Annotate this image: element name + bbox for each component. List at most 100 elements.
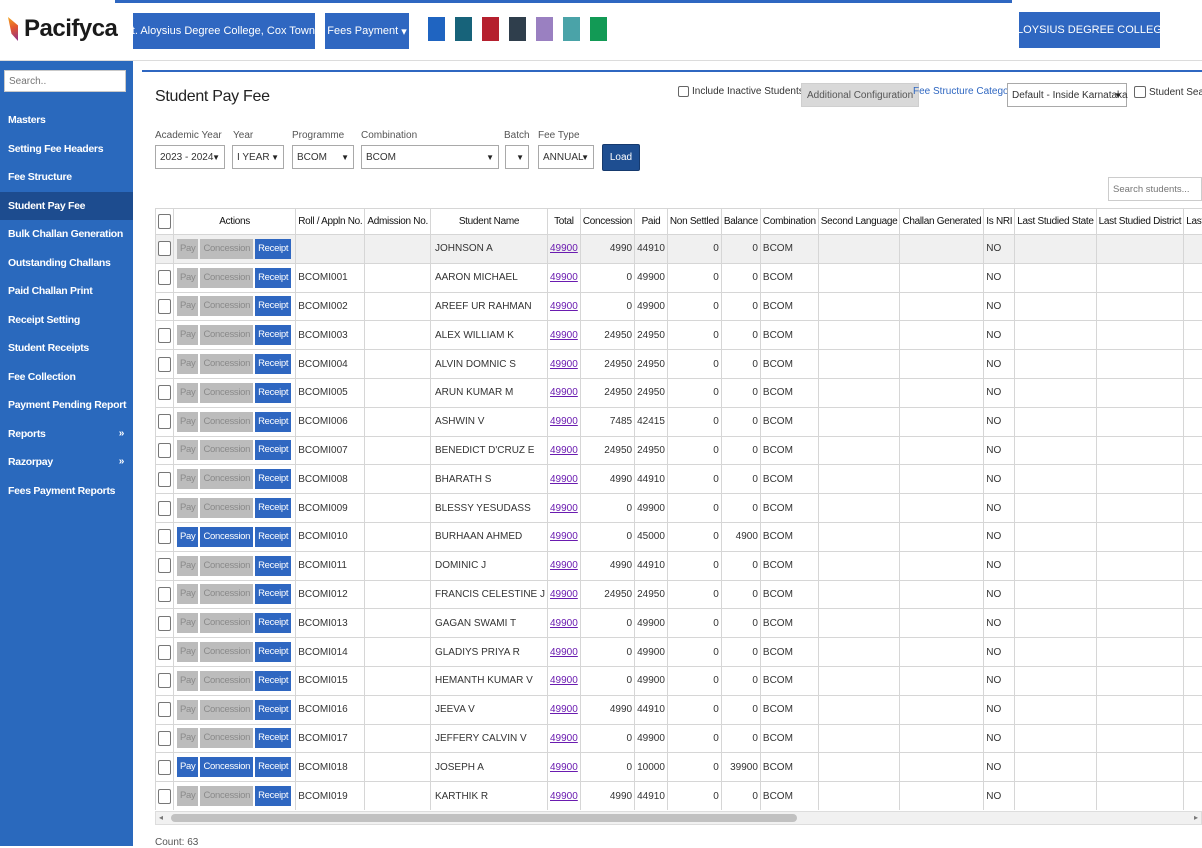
- select-all-checkbox[interactable]: [158, 214, 171, 229]
- sidebar-item[interactable]: Razorpay»: [0, 448, 133, 477]
- total-amount-link[interactable]: 49900: [550, 503, 578, 514]
- receipt-button[interactable]: Receipt: [255, 642, 291, 662]
- total-amount-link[interactable]: 49900: [550, 704, 578, 715]
- total-amount-link[interactable]: 49900: [550, 589, 578, 600]
- total-amount-link[interactable]: 49900: [550, 675, 578, 686]
- receipt-button[interactable]: Receipt: [255, 383, 291, 403]
- concession-button[interactable]: Concession: [200, 671, 253, 691]
- receipt-button[interactable]: Receipt: [255, 440, 291, 460]
- receipt-button[interactable]: Receipt: [255, 412, 291, 432]
- sidebar-item[interactable]: Fee Structure: [0, 163, 133, 192]
- pay-button[interactable]: Pay: [177, 440, 198, 460]
- sidebar-search-input[interactable]: [4, 70, 126, 92]
- row-checkbox[interactable]: [158, 357, 171, 372]
- receipt-button[interactable]: Receipt: [255, 469, 291, 489]
- total-amount-link[interactable]: 49900: [550, 243, 578, 254]
- column-header[interactable]: Balance: [721, 209, 760, 235]
- concession-button[interactable]: Concession: [200, 383, 253, 403]
- row-checkbox[interactable]: [158, 731, 171, 746]
- row-checkbox[interactable]: [158, 529, 171, 544]
- concession-button[interactable]: Concession: [200, 700, 253, 720]
- include-inactive-toggle[interactable]: Include Inactive Students: [678, 86, 804, 97]
- sidebar-item[interactable]: Fee Collection: [0, 363, 133, 392]
- column-header[interactable]: Admission No.: [365, 209, 431, 235]
- row-checkbox[interactable]: [158, 587, 171, 602]
- column-header[interactable]: Last Studied District: [1096, 209, 1184, 235]
- row-checkbox[interactable]: [158, 385, 171, 400]
- pay-button[interactable]: Pay: [177, 354, 198, 374]
- pay-button[interactable]: Pay: [177, 700, 198, 720]
- total-amount-link[interactable]: 49900: [550, 733, 578, 744]
- column-header[interactable]: Second Language: [818, 209, 900, 235]
- receipt-button[interactable]: Receipt: [255, 296, 291, 316]
- row-checkbox[interactable]: [158, 241, 171, 256]
- concession-button[interactable]: Concession: [200, 757, 253, 777]
- receipt-button[interactable]: Receipt: [255, 527, 291, 547]
- receipt-button[interactable]: Receipt: [255, 671, 291, 691]
- total-amount-link[interactable]: 49900: [550, 387, 578, 398]
- total-amount-link[interactable]: 49900: [550, 272, 578, 283]
- receipt-button[interactable]: Receipt: [255, 613, 291, 633]
- student-search-checkbox[interactable]: [1134, 86, 1146, 98]
- total-amount-link[interactable]: 49900: [550, 791, 578, 802]
- concession-button[interactable]: Concession: [200, 498, 253, 518]
- row-checkbox[interactable]: [158, 558, 171, 573]
- college-name-button[interactable]: ALOYSIUS DEGREE COLLEGE: [1019, 12, 1160, 48]
- theme-swatch[interactable]: [509, 17, 526, 41]
- pay-button[interactable]: Pay: [177, 325, 198, 345]
- row-checkbox[interactable]: [158, 760, 171, 775]
- sidebar-item[interactable]: Payment Pending Report: [0, 391, 133, 420]
- pay-button[interactable]: Pay: [177, 498, 198, 518]
- total-amount-link[interactable]: 49900: [550, 618, 578, 629]
- pay-button[interactable]: Pay: [177, 239, 198, 259]
- pay-button[interactable]: Pay: [177, 556, 198, 576]
- row-checkbox[interactable]: [158, 673, 171, 688]
- column-header[interactable]: Non Settled: [667, 209, 721, 235]
- sidebar-item[interactable]: Setting Fee Headers: [0, 135, 133, 164]
- combination-select[interactable]: BCOM▼: [361, 145, 499, 169]
- row-checkbox[interactable]: [158, 501, 171, 516]
- fee-structure-select[interactable]: Default - Inside Karnataka▼: [1007, 83, 1127, 107]
- column-header[interactable]: Student Name: [430, 209, 547, 235]
- receipt-button[interactable]: Receipt: [255, 239, 291, 259]
- concession-button[interactable]: Concession: [200, 325, 253, 345]
- row-checkbox[interactable]: [158, 645, 171, 660]
- theme-swatch[interactable]: [428, 17, 445, 41]
- total-amount-link[interactable]: 49900: [550, 359, 578, 370]
- sidebar-item[interactable]: Student Pay Fee: [0, 192, 133, 221]
- pay-button[interactable]: Pay: [177, 296, 198, 316]
- total-amount-link[interactable]: 49900: [550, 445, 578, 456]
- receipt-button[interactable]: Receipt: [255, 556, 291, 576]
- total-amount-link[interactable]: 49900: [550, 330, 578, 341]
- row-checkbox[interactable]: [158, 472, 171, 487]
- sidebar-item[interactable]: Reports»: [0, 420, 133, 449]
- academic-year-select[interactable]: 2023 - 2024▼: [155, 145, 225, 169]
- receipt-button[interactable]: Receipt: [255, 498, 291, 518]
- receipt-button[interactable]: Receipt: [255, 700, 291, 720]
- sidebar-item[interactable]: Receipt Setting: [0, 306, 133, 335]
- pay-button[interactable]: Pay: [177, 383, 198, 403]
- pay-button[interactable]: Pay: [177, 469, 198, 489]
- receipt-button[interactable]: Receipt: [255, 728, 291, 748]
- pay-button[interactable]: Pay: [177, 757, 198, 777]
- row-checkbox[interactable]: [158, 616, 171, 631]
- theme-swatch[interactable]: [536, 17, 553, 41]
- pay-button[interactable]: Pay: [177, 527, 198, 547]
- theme-swatch[interactable]: [482, 17, 499, 41]
- brand-logo[interactable]: Pacifyca: [8, 14, 117, 44]
- student-search-toggle[interactable]: Student Sear: [1134, 86, 1202, 98]
- column-header[interactable]: Last: [1184, 209, 1202, 235]
- receipt-button[interactable]: Receipt: [255, 354, 291, 374]
- receipt-button[interactable]: Receipt: [255, 584, 291, 604]
- additional-configuration-button[interactable]: Additional Configuration: [801, 83, 919, 107]
- programme-select[interactable]: BCOM▼: [292, 145, 354, 169]
- receipt-button[interactable]: Receipt: [255, 757, 291, 777]
- module-select[interactable]: Fees Payment ▾: [325, 13, 409, 49]
- column-header[interactable]: Actions: [174, 209, 296, 235]
- pay-button[interactable]: Pay: [177, 584, 198, 604]
- total-amount-link[interactable]: 49900: [550, 531, 578, 542]
- theme-swatch[interactable]: [590, 17, 607, 41]
- theme-swatch[interactable]: [455, 17, 472, 41]
- year-select[interactable]: I YEAR▼: [232, 145, 284, 169]
- concession-button[interactable]: Concession: [200, 239, 253, 259]
